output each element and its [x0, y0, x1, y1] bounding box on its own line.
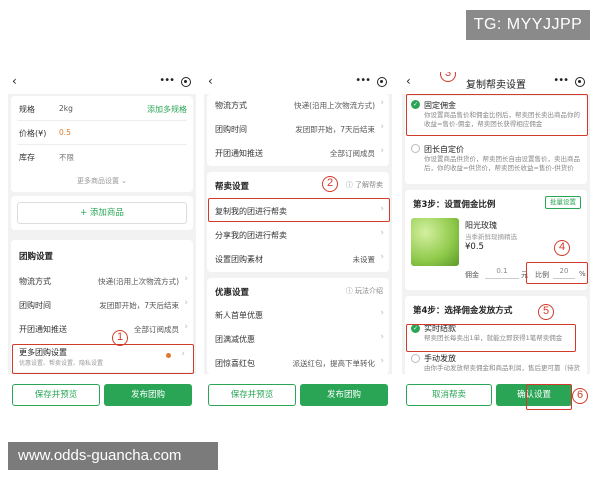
divider: [17, 144, 187, 145]
chevron-right-icon: ›: [380, 98, 384, 108]
chevron-right-icon: ›: [380, 146, 384, 156]
phone-screen-settings: ‹ ••• 物流方式 快递(沿用上次物流方式) › 团购时间 发团即开始，7天后…: [204, 72, 392, 418]
record-icon[interactable]: [377, 77, 387, 87]
add-product-card: + 添加商品: [11, 196, 193, 230]
spec-row[interactable]: 规格 2kg 添加多规格: [11, 98, 193, 120]
help-sell-card: 帮卖设置 ⓘ 了解帮卖 复制我的团进行帮卖 › 分享我的团进行帮卖 › 设置团购…: [207, 172, 389, 272]
record-icon[interactable]: [575, 77, 585, 87]
price-label: 价格(¥): [19, 129, 47, 138]
chevron-right-icon: ›: [184, 322, 188, 332]
more-product-settings[interactable]: 更多商品设置 ⌄: [11, 176, 193, 186]
red-packet-row[interactable]: 团惊喜红包 派送红包，提高下单转化 ›: [207, 352, 389, 374]
chevron-right-icon: ›: [380, 252, 384, 262]
material-row[interactable]: 设置团购素材 未设置 ›: [207, 248, 389, 270]
product-card: 规格 2kg 添加多规格 价格(¥) 0.5 库存 不限 更多商品设置 ⌄: [11, 96, 193, 192]
section-title: 团购设置: [19, 252, 54, 262]
logistics-row[interactable]: 物流方式 快递(沿用上次物流方式) ›: [207, 94, 389, 116]
product-subtitle: 当季新鲜现摘精选: [465, 233, 517, 241]
more-icon[interactable]: •••: [159, 75, 175, 86]
divider: [17, 120, 187, 121]
product-price: ¥0.5: [465, 242, 484, 252]
publish-button[interactable]: 发布团购: [104, 384, 192, 406]
chevron-right-icon: ›: [184, 274, 188, 284]
commission-input[interactable]: 0.1: [485, 267, 519, 279]
share-help-row[interactable]: 分享我的团进行帮卖 ›: [207, 224, 389, 246]
spec-value: 2kg: [59, 104, 73, 113]
annotation-box: [526, 384, 572, 410]
annotation-box: [208, 198, 390, 222]
chevron-right-icon: ›: [380, 228, 384, 238]
stock-row[interactable]: 库存 不限: [11, 146, 193, 168]
nav-bar: ‹ •••: [204, 72, 392, 94]
spec-label: 规格: [19, 105, 35, 114]
learn-help-link[interactable]: ⓘ 了解帮卖: [346, 180, 383, 190]
stock-value[interactable]: 不限: [59, 152, 74, 163]
annotation-box: [526, 262, 588, 284]
cancel-help-button[interactable]: 取消帮卖: [406, 384, 492, 406]
product-image: [411, 218, 459, 266]
back-icon[interactable]: ‹: [12, 74, 17, 88]
unchecked-icon: [411, 144, 420, 153]
unchecked-icon: [411, 354, 420, 363]
nav-bar: ‹ •••: [8, 72, 196, 94]
option-custom-price[interactable]: 团长自定价 你设置商品供货价，帮卖团长自由设置售价，卖出商品后，你的收益=供货价…: [408, 142, 584, 182]
annotation-box: [406, 94, 588, 136]
chevron-right-icon: ›: [380, 308, 384, 318]
bottom-bar: 保存并预览 发布团购: [204, 374, 392, 418]
chevron-right-icon: ›: [380, 122, 384, 132]
annotation-box: [406, 324, 576, 352]
annotation-number: 4: [554, 240, 570, 256]
group-settings-card: 物流方式 快递(沿用上次物流方式) › 团购时间 发团即开始，7天后结束 › 开…: [207, 94, 389, 166]
chevron-right-icon: ›: [184, 298, 188, 308]
notify-row[interactable]: 开团通知推送 全部订阅成员 ›: [11, 318, 193, 340]
time-row[interactable]: 团购时间 发团即开始，7天后结束 ›: [207, 118, 389, 140]
price-row[interactable]: 价格(¥) 0.5: [11, 122, 193, 144]
more-icon[interactable]: •••: [553, 75, 569, 86]
annotation-number: 6: [572, 388, 588, 404]
save-preview-button[interactable]: 保存并预览: [12, 384, 100, 406]
section-title: 优惠设置: [215, 288, 250, 298]
promo-card: 优惠设置 ⓘ 玩法介绍 新人首单优惠 › 团满减优惠 › 团惊喜红包 派送红包，…: [207, 278, 389, 374]
option-manual[interactable]: 手动发放 由你手动发放帮卖佣金和商品利润，售后更可靠（待货后结算: [408, 352, 584, 376]
save-preview-button[interactable]: 保存并预览: [208, 384, 296, 406]
add-product-button[interactable]: + 添加商品: [17, 202, 187, 224]
annotation-number: 5: [538, 304, 554, 320]
nav-bar: ‹ 复制帮卖设置 •••: [402, 72, 590, 94]
bottom-bar: 保存并预览 发布团购: [8, 374, 196, 418]
add-spec-link[interactable]: 添加多规格: [147, 104, 187, 115]
annotation-box: [12, 344, 194, 374]
phone-screen-product: ‹ ••• 规格 2kg 添加多规格 价格(¥) 0.5 库存 不限 更多商品设…: [8, 72, 196, 418]
time-row[interactable]: 团购时间 发团即开始，7天后结束 ›: [11, 294, 193, 316]
chevron-right-icon: ›: [380, 332, 384, 342]
more-icon[interactable]: •••: [355, 75, 371, 86]
section-title: 第3步：设置佣金比例: [413, 200, 496, 210]
promo-intro-link[interactable]: ⓘ 玩法介绍: [346, 286, 383, 296]
annotation-number: 1: [112, 330, 128, 346]
full-reduction-row[interactable]: 团满减优惠 ›: [207, 328, 389, 350]
publish-button[interactable]: 发布团购: [300, 384, 388, 406]
watermark-bottom: www.odds-guancha.com: [8, 442, 218, 470]
back-icon[interactable]: ‹: [208, 74, 213, 88]
logistics-row[interactable]: 物流方式 快递(沿用上次物流方式) ›: [11, 270, 193, 292]
stock-label: 库存: [19, 153, 35, 162]
product-name: 阳光玫瑰: [465, 221, 497, 230]
section-title: 帮卖设置: [215, 182, 250, 192]
record-icon[interactable]: [181, 77, 191, 87]
notify-row[interactable]: 开团通知推送 全部订阅成员 ›: [207, 142, 389, 164]
chevron-right-icon: ›: [380, 356, 384, 366]
watermark-top: TG: MYYJJPP: [466, 10, 590, 40]
section-title: 第4步：选择佣金发放方式: [413, 306, 513, 316]
price-value[interactable]: 0.5: [59, 128, 71, 137]
phone-screen-copy-help: ‹ 复制帮卖设置 ••• ✓ 固定佣金 你设置商品售价和佣金比例后，帮卖团长卖出…: [402, 72, 590, 418]
new-user-row[interactable]: 新人首单优惠 ›: [207, 304, 389, 326]
annotation-number: 2: [322, 176, 338, 192]
batch-set-button[interactable]: 批量设置: [545, 196, 581, 209]
